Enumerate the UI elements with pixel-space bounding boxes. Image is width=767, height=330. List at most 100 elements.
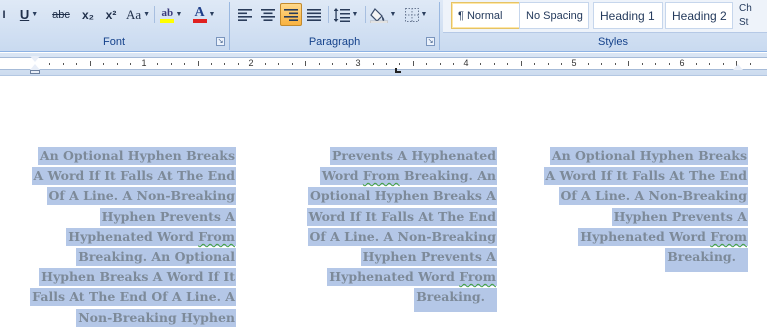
style-heading-2[interactable]: Heading 2 <box>665 2 733 29</box>
change-styles-button[interactable]: Ch St <box>735 2 767 32</box>
ruler-tick <box>493 62 495 65</box>
text-column-3[interactable]: An Optional Hyphen Breaks A Word If It Fa… <box>543 146 748 273</box>
selected-text: Falls At The End Of A Line. A <box>30 288 236 307</box>
text-line: Breaking. <box>307 287 497 313</box>
font-dialog-launcher-icon[interactable]: ↘ <box>216 37 225 46</box>
align-center-icon <box>261 8 275 21</box>
text-line: Non-Breaking Hyphen <box>30 308 236 328</box>
first-line-indent-marker[interactable] <box>30 56 40 62</box>
text-line: An Optional Hyphen Breaks <box>544 146 748 166</box>
divider <box>365 6 366 23</box>
ruler-tick <box>386 62 388 65</box>
text-line: Of A Line. A Non-Breaking <box>307 227 497 247</box>
horizontal-ruler[interactable]: 1 2 3 4 5 6 <box>0 57 767 70</box>
border-icon <box>404 7 419 22</box>
justify-button[interactable] <box>303 3 325 26</box>
text-line: Word From Breaking. An <box>307 166 497 186</box>
ruler-tick <box>749 62 751 65</box>
align-left-button[interactable] <box>234 3 256 26</box>
text-line: Hyphenated Word From <box>30 227 236 247</box>
ruler-tick <box>170 62 172 65</box>
selected-text: Optional Hyphen Breaks A <box>307 187 497 206</box>
document-page[interactable]: An Optional Hyphen Breaks A Word If It Fa… <box>0 77 767 330</box>
style-no-spacing[interactable]: No Spacing <box>519 2 589 29</box>
ruler-tick <box>211 62 212 65</box>
style-heading-1[interactable]: Heading 1 <box>593 2 663 29</box>
align-center-button[interactable] <box>257 3 279 26</box>
text-line: Hyphen Prevents A <box>307 247 497 267</box>
ruler-tick <box>601 62 603 65</box>
font-color-icon: A <box>192 5 207 23</box>
change-styles-label-1: Ch <box>739 3 752 14</box>
text-segment: Breaking. An <box>399 168 496 184</box>
text-line: Optional Hyphen Breaks A <box>307 186 497 206</box>
gallery-scroll[interactable] <box>727 2 734 32</box>
text-line: Hyphen Prevents A <box>30 207 236 227</box>
ruler-tick <box>130 62 132 65</box>
chevron-down-icon[interactable]: ▼ <box>31 11 38 18</box>
ruler-tick <box>426 62 428 65</box>
ruler-tick <box>116 62 118 65</box>
style-no-spacing-label: No Spacing <box>526 9 583 22</box>
strikethrough-label: abc <box>52 8 70 21</box>
ruler-number: 6 <box>679 58 685 68</box>
ruler-tick <box>291 62 293 65</box>
underline-label: U <box>19 7 30 22</box>
divider <box>328 6 329 23</box>
text-line: An Optional Hyphen Breaks <box>30 146 236 166</box>
ruler-tick <box>224 62 226 65</box>
align-right-button[interactable] <box>280 3 302 26</box>
style-heading-1-label: Heading 1 <box>600 8 655 23</box>
chevron-down-icon[interactable]: ▼ <box>209 11 216 18</box>
font-group-label: Font <box>102 36 125 48</box>
selected-text: Breaking. An Optional <box>76 248 236 267</box>
underline-button[interactable]: U ▼ <box>14 3 44 26</box>
text-line: Of A Line. A Non-Breaking <box>544 186 748 206</box>
selected-text: Of A Line. A Non-Breaking <box>307 227 497 246</box>
ruler-tick <box>695 62 697 65</box>
chevron-down-icon[interactable]: ▼ <box>176 11 183 18</box>
paragraph-dialog-launcher-icon[interactable]: ↘ <box>426 37 435 46</box>
text-line: A Word If It Falls At The End <box>30 166 236 186</box>
change-case-button[interactable]: Aa ▼ <box>124 3 152 26</box>
ruler-tick <box>561 62 563 65</box>
font-color-button[interactable]: A ▼ <box>189 3 219 26</box>
ruler-tick <box>507 62 509 65</box>
right-indent-marker[interactable] <box>733 64 743 70</box>
borders-button[interactable]: ▼ <box>401 3 431 26</box>
line-spacing-button[interactable]: ▼ <box>331 3 361 26</box>
strikethrough-button[interactable]: abc <box>48 3 74 26</box>
selected-text: Breaking. <box>414 288 497 313</box>
ruler-tick <box>587 62 589 65</box>
chevron-down-icon[interactable]: ▼ <box>421 11 428 18</box>
selected-text: A Word If It Falls At The End <box>31 167 236 186</box>
chevron-down-icon[interactable]: ▼ <box>390 11 397 18</box>
style-normal[interactable]: ¶ Normal <box>451 2 521 29</box>
ruler-tick <box>184 62 186 65</box>
ruler-number: 3 <box>355 58 361 68</box>
ruler-tick <box>264 62 266 65</box>
chevron-down-icon[interactable]: ▼ <box>143 11 150 18</box>
selected-text: Of A Line. A Non-Breaking <box>558 187 748 206</box>
text-line: Hyphen Prevents A <box>544 207 748 227</box>
bold-button-edge[interactable]: I <box>0 3 8 26</box>
shading-button[interactable]: ▼ <box>368 3 398 26</box>
selected-text: Hyphenated Word From <box>578 227 748 246</box>
chevron-down-icon[interactable]: ▼ <box>352 11 359 18</box>
tab-stop-marker[interactable] <box>395 68 401 73</box>
left-indent-marker[interactable] <box>30 70 40 74</box>
text-highlight-button[interactable]: ab ▼ <box>157 3 185 26</box>
superscript-button[interactable]: x² <box>100 3 122 26</box>
selected-text: Hyphenated Word From <box>66 227 236 246</box>
group-divider <box>439 2 440 50</box>
ruler-tick <box>49 62 51 65</box>
ruler-number: 2 <box>248 58 254 68</box>
ribbon: I U ▼ abc x₂ x² Aa ▼ ab ▼ A ▼ Font ↘ ▼ ▼… <box>0 0 767 52</box>
text-column-1[interactable]: An Optional Hyphen Breaks A Word If It Fa… <box>30 146 236 328</box>
text-column-2[interactable]: Prevents A Hyphenated Word From Breaking.… <box>306 146 497 313</box>
ruler-number: 5 <box>571 58 577 68</box>
subscript-button[interactable]: x₂ <box>76 3 100 26</box>
spelling-flag: From <box>710 228 747 244</box>
text-line: A Word If It Falls At The End <box>543 166 748 186</box>
font-group: I U ▼ abc x₂ x² Aa ▼ ab ▼ A ▼ Font ↘ <box>0 0 228 52</box>
